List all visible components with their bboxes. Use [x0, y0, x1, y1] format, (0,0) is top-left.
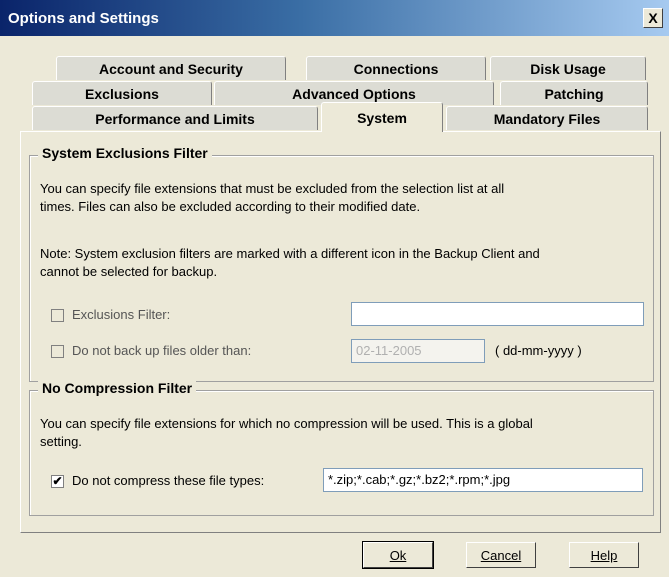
cancel-button-label: Cancel	[480, 547, 522, 563]
older-than-label: Do not back up files older than:	[72, 343, 252, 358]
window-title: Options and Settings	[8, 9, 159, 27]
tab-connections[interactable]: Connections	[306, 56, 486, 80]
close-icon: X	[648, 10, 658, 26]
exclusions-filter-label: Exclusions Filter:	[72, 307, 171, 322]
tab-exclusions[interactable]: Exclusions	[32, 81, 212, 105]
no-compression-description: You can specify file extensions for whic…	[40, 416, 533, 449]
tab-account-and-security[interactable]: Account and Security	[56, 56, 286, 80]
older-than-checkbox[interactable]	[51, 345, 64, 358]
ok-button[interactable]: Ok	[362, 541, 434, 569]
exclusions-filter-input[interactable]	[351, 302, 644, 326]
help-button[interactable]: Help	[569, 542, 639, 568]
cancel-button[interactable]: Cancel	[466, 542, 536, 568]
check-mark-icon: ✔	[52, 474, 63, 488]
close-button[interactable]: X	[643, 8, 663, 28]
system-tab-panel: System Exclusions Filter You can specify…	[20, 131, 661, 533]
tab-system[interactable]: System	[321, 102, 443, 132]
tab-strip: Account and Security Connections Disk Us…	[32, 56, 648, 136]
no-compression-group: No Compression Filter You can specify fi…	[29, 380, 654, 516]
tab-patching[interactable]: Patching	[500, 81, 648, 105]
system-exclusions-legend: System Exclusions Filter	[38, 145, 212, 161]
system-exclusions-note: Note: System exclusion filters are marke…	[40, 246, 540, 279]
tab-performance-and-limits[interactable]: Performance and Limits	[32, 106, 318, 130]
system-exclusions-group: System Exclusions Filter You can specify…	[29, 145, 654, 382]
no-compression-file-types-input[interactable]: *.zip;*.cab;*.gz;*.bz2;*.rpm;*.jpg	[323, 468, 643, 492]
ok-button-label: Ok	[389, 547, 407, 563]
date-format-hint: ( dd-mm-yyyy )	[495, 343, 582, 358]
tab-mandatory-files[interactable]: Mandatory Files	[446, 106, 648, 130]
system-exclusions-description: You can specify file extensions that mus…	[40, 181, 505, 214]
help-button-label: Help	[590, 547, 618, 563]
exclusions-filter-checkbox[interactable]	[51, 309, 64, 322]
title-bar: Options and Settings X	[0, 0, 669, 36]
no-compression-checkbox[interactable]: ✔	[51, 475, 64, 488]
no-compression-label: Do not compress these file types:	[72, 473, 265, 488]
tab-disk-usage[interactable]: Disk Usage	[490, 56, 646, 80]
no-compression-legend: No Compression Filter	[38, 380, 197, 396]
older-than-date-input[interactable]: 02-11-2005	[351, 339, 485, 363]
